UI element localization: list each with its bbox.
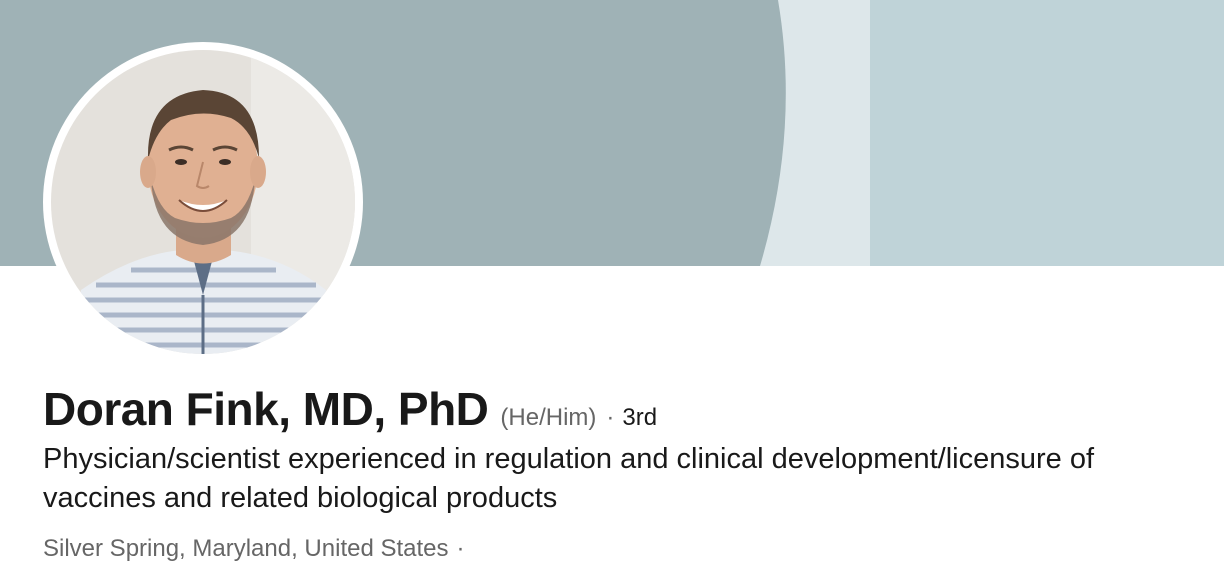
profile-photo-image [51,50,355,354]
connection-degree: 3rd [622,404,658,431]
location-separator-dot: · [456,535,465,562]
profile-name: Doran Fink, MD, PhD [43,383,489,435]
pronouns: (He/Him) [500,404,597,431]
profile-location: Silver Spring, Maryland, United States [43,535,449,562]
name-row: Doran Fink, MD, PhD (He/Him) · 3rd [43,382,657,436]
profile-headline: Physician/scientist experienced in regul… [43,443,1095,514]
location-row: Silver Spring, Maryland, United States · [43,535,465,563]
profile-photo[interactable] [43,42,363,362]
profile-page: Doran Fink, MD, PhD (He/Him) · 3rd Physi… [0,0,1224,574]
separator-dot: · [606,404,615,431]
